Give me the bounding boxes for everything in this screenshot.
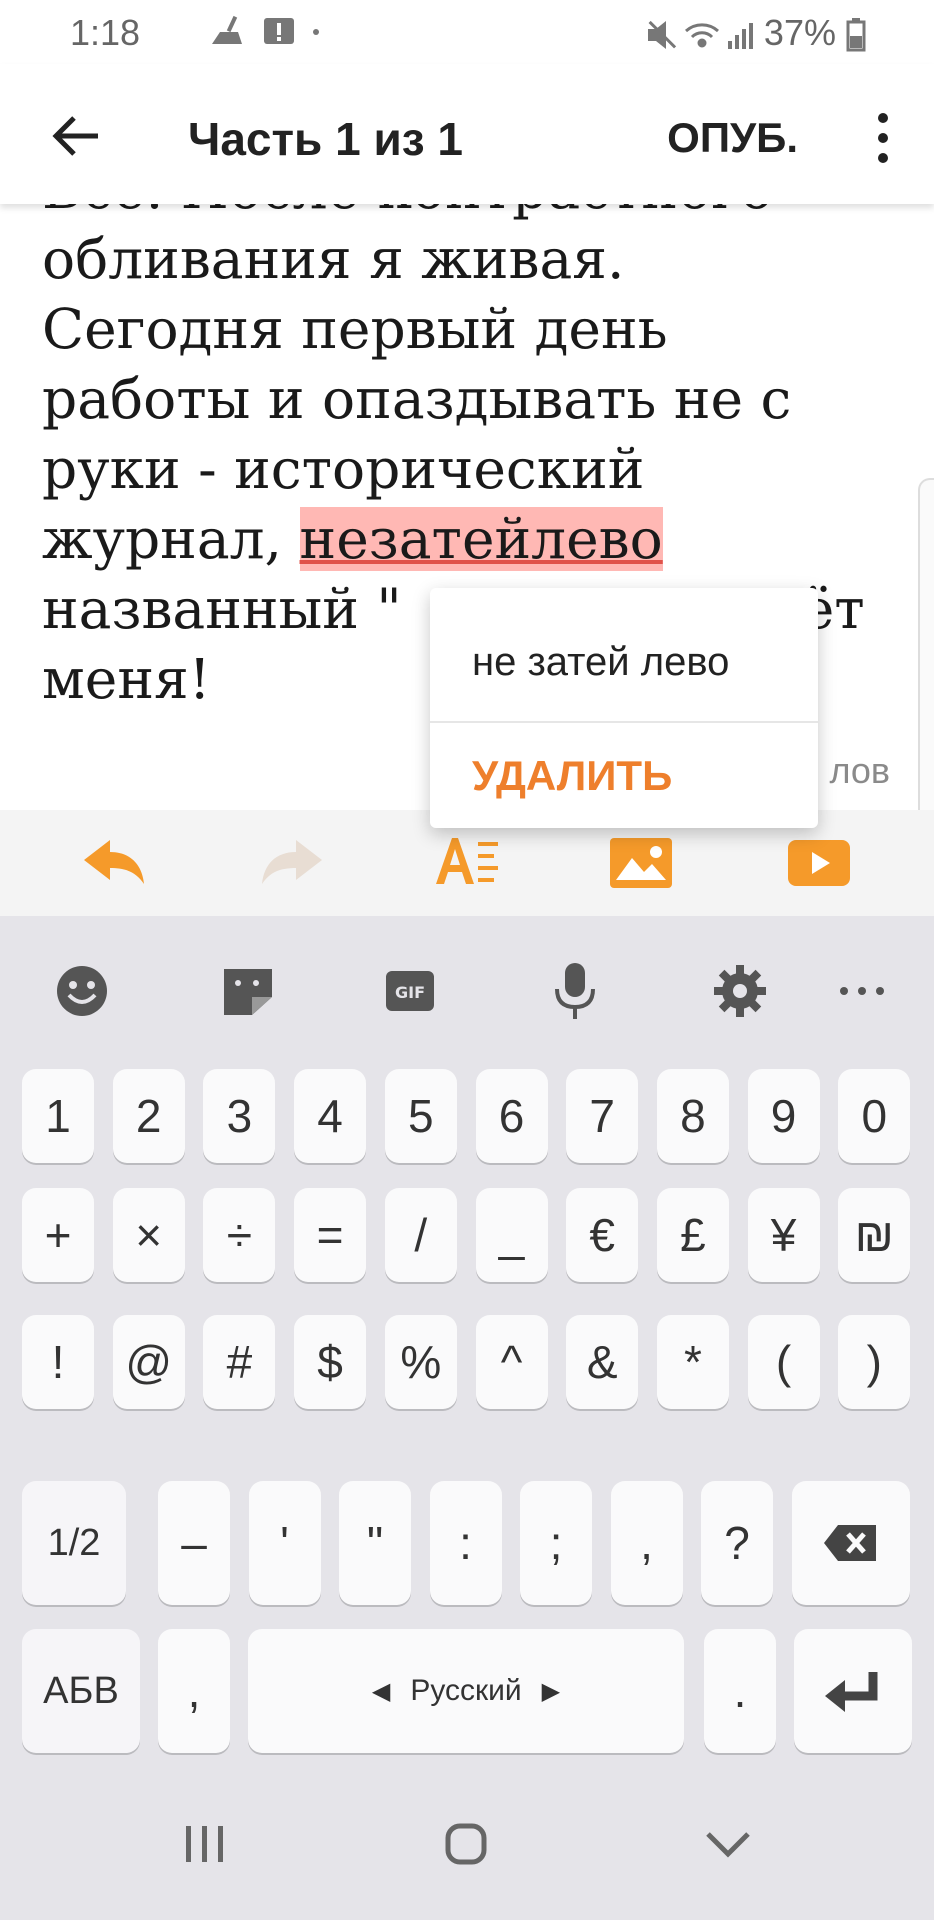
key[interactable]: # bbox=[203, 1315, 276, 1409]
key-page-toggle[interactable]: 1/2 bbox=[22, 1481, 126, 1605]
key[interactable]: – bbox=[158, 1481, 230, 1605]
more-vert-icon[interactable] bbox=[868, 108, 898, 168]
key[interactable]: ; bbox=[520, 1481, 592, 1605]
broom-icon bbox=[212, 15, 242, 44]
text-format-icon[interactable] bbox=[432, 830, 502, 896]
key[interactable]: = bbox=[294, 1188, 367, 1282]
wifi-icon bbox=[684, 23, 719, 48]
spellcheck-popup: не затей лево УДАЛИТЬ bbox=[430, 588, 818, 828]
key[interactable]: ) bbox=[838, 1315, 911, 1409]
key[interactable]: + bbox=[22, 1188, 94, 1282]
battery-icon bbox=[846, 18, 866, 52]
word-counter: лов bbox=[829, 750, 890, 791]
arrow-left-small-icon: ◀ bbox=[371, 1677, 391, 1705]
sticker-icon[interactable] bbox=[218, 961, 278, 1021]
key[interactable]: : bbox=[429, 1481, 502, 1605]
key-period[interactable]: . bbox=[704, 1629, 776, 1753]
text-line: работы и опаздывать не с bbox=[42, 367, 792, 431]
key[interactable]: ÷ bbox=[203, 1188, 276, 1282]
scroll-handle[interactable] bbox=[918, 478, 934, 842]
key[interactable]: @ bbox=[112, 1315, 185, 1409]
enter-icon bbox=[825, 1672, 878, 1712]
key[interactable]: & bbox=[566, 1315, 639, 1409]
publish-button[interactable]: ОПУБ. bbox=[667, 114, 798, 162]
key-space[interactable]: ◀ Русский ▶ bbox=[248, 1629, 684, 1753]
image-icon[interactable] bbox=[608, 830, 674, 896]
text-line: обливания я живая. bbox=[42, 227, 625, 291]
alert-icon bbox=[264, 18, 294, 44]
key[interactable]: × bbox=[112, 1188, 185, 1282]
status-bar: 1:18 37% bbox=[0, 0, 934, 64]
mute-icon bbox=[647, 21, 677, 50]
backspace-icon bbox=[824, 1525, 876, 1561]
gif-icon[interactable]: GIF bbox=[380, 961, 440, 1021]
key[interactable]: 6 bbox=[475, 1069, 548, 1163]
dot-icon bbox=[313, 29, 319, 35]
text-line: руки - исторический bbox=[42, 437, 645, 501]
key[interactable]: 7 bbox=[566, 1069, 639, 1163]
signal-icon bbox=[727, 23, 753, 50]
popup-divider bbox=[430, 721, 818, 723]
key[interactable]: ₪ bbox=[838, 1188, 911, 1282]
key[interactable]: ¥ bbox=[747, 1188, 820, 1282]
key[interactable]: % bbox=[384, 1315, 457, 1409]
key[interactable]: 5 bbox=[384, 1069, 457, 1163]
recent-apps-icon[interactable] bbox=[174, 1814, 234, 1874]
key[interactable]: $ bbox=[294, 1315, 367, 1409]
key[interactable]: _ bbox=[475, 1188, 548, 1282]
system-nav-bar bbox=[0, 1770, 934, 1920]
key[interactable]: " bbox=[339, 1481, 411, 1605]
undo-icon[interactable] bbox=[80, 830, 150, 896]
key[interactable]: * bbox=[656, 1315, 729, 1409]
space-language-label: Русский bbox=[410, 1674, 522, 1707]
key[interactable]: 9 bbox=[747, 1069, 820, 1163]
app-bar: Часть 1 из 1 ОПУБ. bbox=[0, 64, 934, 204]
key[interactable]: ^ bbox=[475, 1315, 548, 1409]
more-horiz-icon[interactable] bbox=[832, 961, 892, 1021]
key[interactable]: ! bbox=[22, 1315, 94, 1409]
key[interactable]: 4 bbox=[294, 1069, 367, 1163]
key[interactable]: 2 bbox=[112, 1069, 185, 1163]
key[interactable]: / bbox=[384, 1188, 457, 1282]
delete-word-button[interactable]: УДАЛИТЬ bbox=[472, 752, 672, 800]
misspelled-word[interactable]: незатейлево bbox=[299, 507, 663, 571]
status-right: 37% bbox=[644, 12, 866, 54]
notification-icons bbox=[210, 12, 320, 57]
emoji-icon[interactable] bbox=[52, 961, 112, 1021]
key[interactable]: 3 bbox=[203, 1069, 276, 1163]
key[interactable]: ' bbox=[248, 1481, 321, 1605]
svg-text:GIF: GIF bbox=[395, 983, 425, 1002]
microphone-icon[interactable] bbox=[545, 961, 605, 1021]
key-enter[interactable] bbox=[794, 1629, 912, 1753]
redo-icon[interactable] bbox=[256, 830, 326, 896]
key[interactable]: 8 bbox=[656, 1069, 729, 1163]
key[interactable]: ? bbox=[701, 1481, 773, 1605]
text-line: журнал, незатейлево bbox=[42, 507, 663, 571]
settings-gear-icon[interactable] bbox=[710, 961, 770, 1021]
keyboard-toolbar: GIF bbox=[0, 916, 934, 1066]
spelling-suggestion[interactable]: не затей лево bbox=[472, 640, 729, 685]
key-comma[interactable]: , bbox=[158, 1629, 230, 1753]
status-time: 1:18 bbox=[70, 12, 141, 53]
back-chevron-icon[interactable] bbox=[698, 1814, 758, 1874]
key-backspace[interactable] bbox=[792, 1481, 910, 1605]
video-icon[interactable] bbox=[786, 830, 852, 896]
page-title: Часть 1 из 1 bbox=[188, 113, 463, 165]
key[interactable]: ( bbox=[747, 1315, 820, 1409]
key[interactable]: 0 bbox=[838, 1069, 911, 1163]
key[interactable]: 1 bbox=[22, 1069, 94, 1163]
arrow-right-small-icon: ▶ bbox=[541, 1677, 561, 1705]
key-abc-layout[interactable]: АБВ bbox=[22, 1629, 140, 1753]
key[interactable]: £ bbox=[656, 1188, 729, 1282]
key[interactable]: , bbox=[610, 1481, 683, 1605]
text-line: Сегодня первый день bbox=[42, 297, 668, 361]
battery-percent: 37% bbox=[763, 12, 836, 53]
key[interactable]: € bbox=[566, 1188, 639, 1282]
back-arrow-icon[interactable] bbox=[44, 104, 108, 168]
home-icon[interactable] bbox=[436, 1814, 496, 1874]
